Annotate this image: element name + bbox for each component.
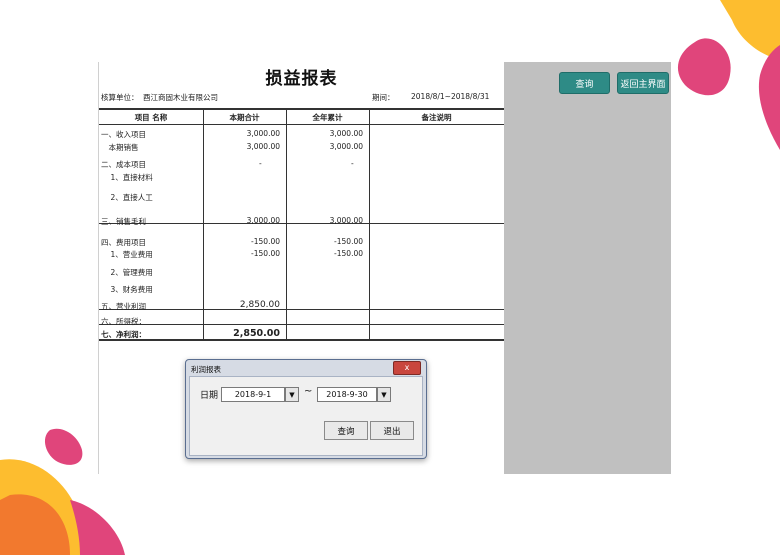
date-to-select[interactable]: 2018-9-30 — [317, 387, 377, 402]
col-header-name: 项目 名称 — [134, 113, 168, 122]
col-header-remarks: 备注说明 — [421, 113, 452, 122]
row-current: 2,850.00 — [239, 300, 280, 310]
row-name: 四、费用项目 — [101, 238, 146, 247]
row-current: 3,000.00 — [246, 216, 280, 225]
row-annual: 3,000.00 — [329, 129, 363, 138]
decor-top-right — [677, 0, 780, 150]
row-name: 2、管理费用 — [103, 268, 153, 277]
row-name: 3、财务费用 — [103, 285, 153, 294]
dialog-exit-button[interactable]: 退出 — [370, 421, 414, 440]
grid-header-line — [99, 124, 504, 125]
row-name: 五、营业利润 — [101, 302, 146, 311]
back-to-main-button[interactable]: 返回主界面 — [617, 72, 669, 94]
row-name: 七、净利润： — [101, 330, 146, 339]
report-title: 损益报表 — [265, 69, 338, 89]
row-name: 2、直接人工 — [103, 193, 153, 202]
col-header-current: 本期合计 — [229, 113, 260, 122]
unit-label: 核算单位： — [101, 93, 139, 102]
chevron-down-icon[interactable]: ▼ — [377, 387, 391, 402]
row-name: 三、销售毛利 — [101, 217, 146, 226]
row-current: 3,000.00 — [246, 129, 280, 138]
unit-name: 酉江商固木业有限公司 — [143, 93, 218, 102]
row-current: 2,850.00 — [233, 328, 280, 339]
row-current: - — [259, 159, 262, 168]
row-name: 1、营业费用 — [103, 250, 153, 259]
row-name: 本期销售 — [101, 143, 139, 152]
dialog-body: 日期 2018-9-1 ▼ ~ 2018-9-30 ▼ 查询 退出 — [189, 376, 423, 456]
row-name: 一、收入项目 — [101, 130, 146, 139]
date-from-select[interactable]: 2018-9-1 — [221, 387, 285, 402]
grid-bottom-line — [99, 339, 504, 341]
row-annual: -150.00 — [334, 249, 363, 258]
row-name: 二、成本项目 — [101, 160, 146, 169]
row-annual: 3,000.00 — [329, 216, 363, 225]
date-label: 日期 — [200, 391, 219, 401]
period-label: 期间： — [372, 93, 395, 102]
close-icon[interactable]: x — [393, 361, 421, 375]
side-panel — [503, 62, 671, 474]
row-annual: - — [351, 159, 354, 168]
row-name: 六、所得税： — [101, 317, 146, 326]
chevron-down-icon[interactable]: ▼ — [285, 387, 299, 402]
grid-top-line — [99, 108, 504, 110]
row-current: 3,000.00 — [246, 142, 280, 151]
range-separator: ~ — [304, 386, 313, 397]
grid-line — [99, 309, 504, 310]
query-button[interactable]: 查询 — [559, 72, 610, 94]
row-annual: -150.00 — [334, 237, 363, 246]
dialog-title: 利润报表 — [191, 365, 221, 374]
row-name: 1、直接材料 — [103, 173, 153, 182]
row-annual: 3,000.00 — [329, 142, 363, 151]
dialog-query-button[interactable]: 查询 — [324, 421, 368, 440]
grid-line — [99, 324, 504, 325]
grid-col-line — [369, 108, 370, 340]
period-value: 2018/8/1~2018/8/31 — [411, 92, 490, 101]
col-header-annual: 全年累计 — [312, 113, 343, 122]
row-current: -150.00 — [251, 249, 280, 258]
profit-report-dialog: 利润报表 x 日期 2018-9-1 ▼ ~ 2018-9-30 ▼ 查询 退出 — [185, 359, 427, 459]
row-current: -150.00 — [251, 237, 280, 246]
